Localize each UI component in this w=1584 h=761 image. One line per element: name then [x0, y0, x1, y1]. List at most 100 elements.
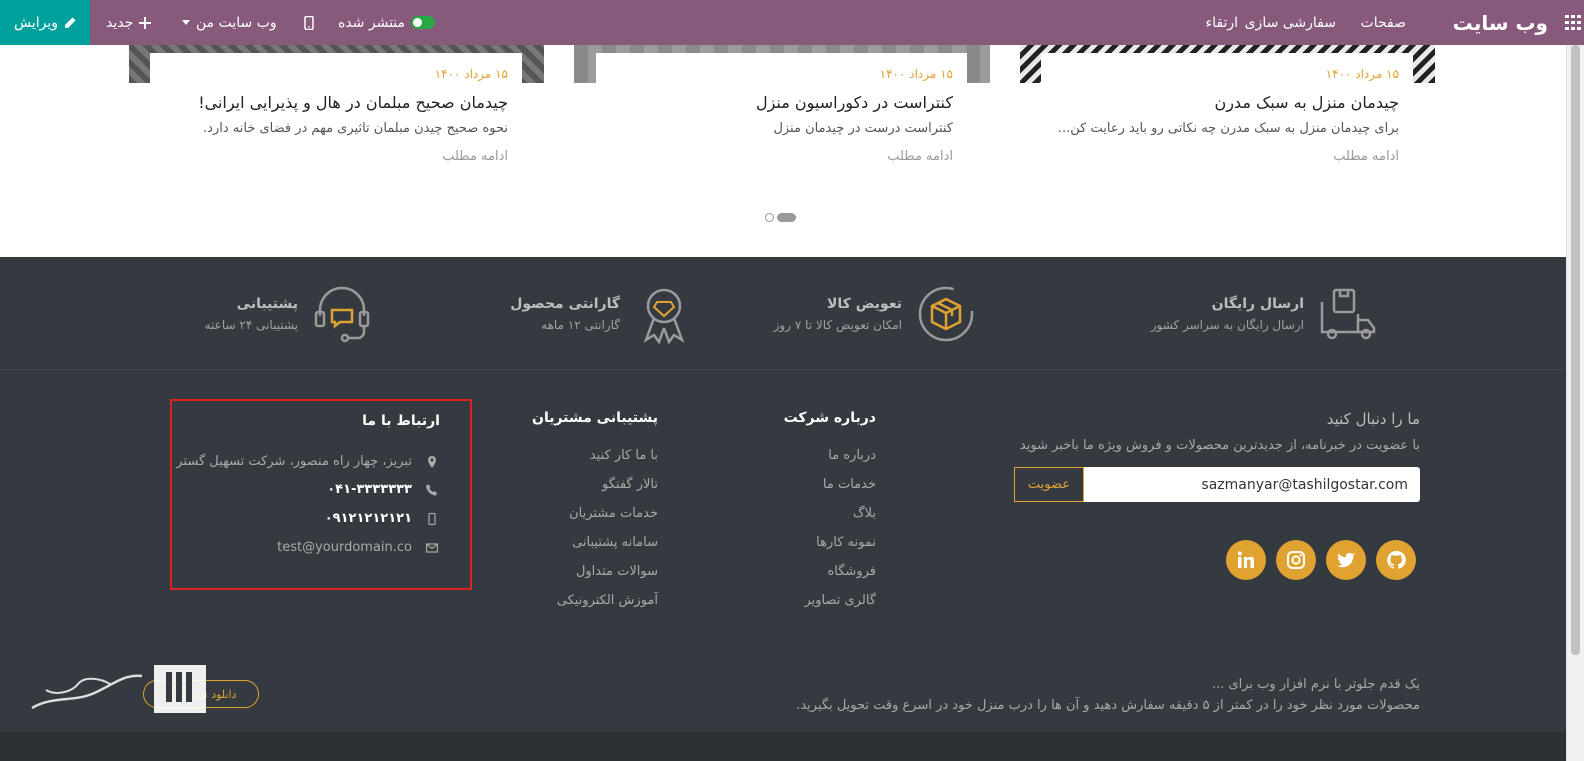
- edit-button[interactable]: ویرایش: [0, 0, 90, 45]
- read-more-link[interactable]: ادامه مطلب: [1041, 149, 1399, 164]
- footer-link[interactable]: با ما کار کنید: [498, 448, 658, 477]
- phone-icon: [426, 484, 437, 495]
- feature-title: گارانتی محصول: [510, 296, 620, 312]
- github-icon[interactable]: [1376, 540, 1416, 580]
- contact-phone: ۰۴۱-۳۳۳۳۳۳۳: [327, 482, 438, 497]
- features-band: ارسال رایگان ارسال رایگان به سراسر کشور …: [0, 257, 1566, 370]
- footer-link[interactable]: فروشگاه: [756, 564, 876, 593]
- my-website-dropdown[interactable]: وب سایت من: [182, 0, 277, 45]
- feature-subtitle: ارسال رایگان به سراسر کشور: [1150, 318, 1304, 332]
- tagline-line-1: یک قدم جلوتر با نرم افزار وب برای ...: [1211, 677, 1420, 692]
- feature-subtitle: امکان تعویض کالا تا ۷ روز: [773, 318, 902, 332]
- chevron-down-icon: [182, 20, 190, 25]
- contact-title: ارتباط با ما: [362, 413, 440, 429]
- footer-link[interactable]: سامانه پشتیبانی: [498, 535, 658, 564]
- carousel-indicators: [765, 213, 796, 222]
- warranty-badge-icon: [643, 288, 685, 344]
- blog-excerpt: برای چیدمان منزل به سبک مدرن چه نکاتی رو…: [1057, 121, 1399, 136]
- phone-text[interactable]: ۰۴۱-۳۳۳۳۳۳۳: [327, 482, 412, 497]
- twitter-icon[interactable]: [1326, 540, 1366, 580]
- feature-subtitle: پشتیبانی ۲۴ ساعته: [204, 318, 298, 332]
- read-more-link[interactable]: ادامه مطلب: [596, 149, 953, 164]
- mobile-phone-icon: [428, 512, 436, 525]
- customer-support-column: پشتیبانی مشتریان با ما کار کنید تالار گف…: [498, 410, 658, 622]
- app-brand[interactable]: وب سایت: [1453, 0, 1548, 45]
- blog-title[interactable]: چیدمان منزل به سبک مدرن: [1041, 93, 1399, 112]
- tagline-line-2: محصولات مورد نظر خود را در کمتر از ۵ دقی…: [796, 698, 1420, 713]
- apps-grid-icon[interactable]: [1564, 13, 1584, 33]
- footer-link[interactable]: خدمات مشتریان: [498, 506, 658, 535]
- footer-tagline: یک قدم جلوتر با نرم افزار وب برای ... مح…: [796, 674, 1420, 716]
- footer: ما را دنبال کنید با عضویت در خبرنامه، از…: [0, 370, 1566, 732]
- tashil-gostar-logo-watermark: [31, 665, 206, 713]
- menu-pages[interactable]: صفحات: [1361, 0, 1406, 45]
- email-text[interactable]: test@yourdomain.co: [277, 540, 412, 555]
- contact-mobile: ۰۹۱۲۱۲۱۲۱۲۱: [325, 511, 438, 526]
- about-company-column: درباره شرکت درباره ما خدمات ما بلاگ نمون…: [756, 410, 876, 622]
- footer-link[interactable]: نمونه کارها: [756, 535, 876, 564]
- blog-date: ۱۵ مرداد ۱۴۰۰: [1325, 67, 1399, 81]
- feature-title: ارسال رایگان: [1211, 296, 1304, 312]
- feature-subtitle: گارانتی ۱۲ ماهه: [541, 318, 620, 332]
- toggle-switch-icon: [411, 16, 436, 29]
- plus-icon: [139, 16, 152, 29]
- feature-exchange: تعویض کالا امکان تعویض کالا تا ۷ روز: [774, 284, 976, 344]
- mobile-text[interactable]: ۰۹۱۲۱۲۱۲۱۲۱: [325, 511, 412, 526]
- map-marker-icon: [428, 455, 436, 468]
- pencil-icon: [65, 17, 76, 28]
- newsletter-form: عضویت sazmanyar@tashilgostar.com: [1014, 467, 1420, 502]
- blog-excerpt: کنتراست درست در چیدمان منزل: [773, 121, 953, 136]
- feature-title: تعویض کالا: [827, 296, 902, 312]
- follow-us-section: ما را دنبال کنید با عضویت در خبرنامه، از…: [1020, 410, 1420, 453]
- read-more-link[interactable]: ادامه مطلب: [150, 149, 508, 164]
- instagram-icon[interactable]: [1276, 540, 1316, 580]
- footer-bottom-strip: [0, 732, 1566, 761]
- carousel-dot[interactable]: [765, 213, 774, 222]
- envelope-icon: [426, 542, 438, 553]
- contact-address: تبریز، چهار راه منصور، شرکت تسهیل گستر: [176, 454, 438, 469]
- subscribe-button[interactable]: عضویت: [1014, 467, 1084, 502]
- follow-title: ما را دنبال کنید: [1326, 410, 1420, 428]
- feature-support: پشتیبانی پشتیبانی ۲۴ ساعته: [205, 284, 372, 344]
- newsletter-email-input[interactable]: sazmanyar@tashilgostar.com: [1084, 467, 1420, 502]
- feature-warranty: گارانتی محصول گارانتی ۱۲ ماهه: [510, 284, 694, 344]
- delivery-truck-icon: [1320, 288, 1376, 340]
- footer-link[interactable]: تالار گفتگو: [498, 477, 658, 506]
- feature-free-shipping: ارسال رایگان ارسال رایگان به سراسر کشور: [1151, 284, 1378, 344]
- menu-customize[interactable]: سفارشی سازی: [1245, 0, 1336, 45]
- page-scrollbar[interactable]: [1566, 45, 1584, 761]
- blog-excerpt: نحوه صحیح چیدن مبلمان تاثیری مهم در فضای…: [203, 121, 508, 136]
- edit-label: ویرایش: [13, 14, 59, 31]
- headset-icon: [314, 286, 370, 343]
- footer-link[interactable]: خدمات ما: [756, 477, 876, 506]
- my-website-label: وب سایت من: [196, 14, 277, 31]
- social-links: [1226, 540, 1416, 580]
- contact-email: test@yourdomain.co: [277, 540, 438, 555]
- scrollbar-thumb[interactable]: [1571, 45, 1580, 655]
- about-title: درباره شرکت: [783, 410, 876, 426]
- blog-card: ۱۵ مرداد ۱۴۰۰ چیدمان صحیح مبلمان در هال …: [150, 53, 522, 183]
- blog-title[interactable]: کنتراست در دکوراسیون منزل: [596, 93, 953, 112]
- newsletter-subtitle: با عضویت در خبرنامه، از جدیدترین محصولات…: [1019, 438, 1420, 453]
- linkedin-icon[interactable]: [1226, 540, 1266, 580]
- new-label: جدید: [106, 14, 134, 31]
- carousel-dot-active[interactable]: [777, 213, 796, 222]
- blog-card: ۱۵ مرداد ۱۴۰۰ چیدمان منزل به سبک مدرن بر…: [1041, 53, 1413, 183]
- new-button[interactable]: جدید: [106, 0, 152, 45]
- blog-date: ۱۵ مرداد ۱۴۰۰: [879, 67, 953, 81]
- support-title: پشتیبانی مشتریان: [532, 410, 658, 426]
- mobile-phone-icon: [304, 15, 314, 30]
- footer-link[interactable]: سوالات متداول: [498, 564, 658, 593]
- blog-date: ۱۵ مرداد ۱۴۰۰: [434, 67, 508, 81]
- publish-toggle[interactable]: منتشر شده: [338, 0, 436, 45]
- menu-upgrade[interactable]: ارتقاء: [1206, 0, 1238, 45]
- footer-link[interactable]: بلاگ: [756, 506, 876, 535]
- top-navbar: وب سایت صفحات سفارشی سازی ارتقاء منتشر ش…: [0, 0, 1584, 45]
- footer-link[interactable]: درباره ما: [756, 448, 876, 477]
- contact-us-section: ارتباط با ما تبریز، چهار راه منصور، شرکت…: [170, 399, 472, 590]
- address-text: تبریز، چهار راه منصور، شرکت تسهیل گستر: [176, 454, 412, 469]
- mobile-preview-button[interactable]: [304, 0, 314, 45]
- blog-title[interactable]: چیدمان صحیح مبلمان در هال و پذیرایی ایرا…: [150, 93, 508, 112]
- footer-link[interactable]: گالری تصاویر: [756, 593, 876, 622]
- footer-link[interactable]: آموزش الکترونیکی: [498, 593, 658, 622]
